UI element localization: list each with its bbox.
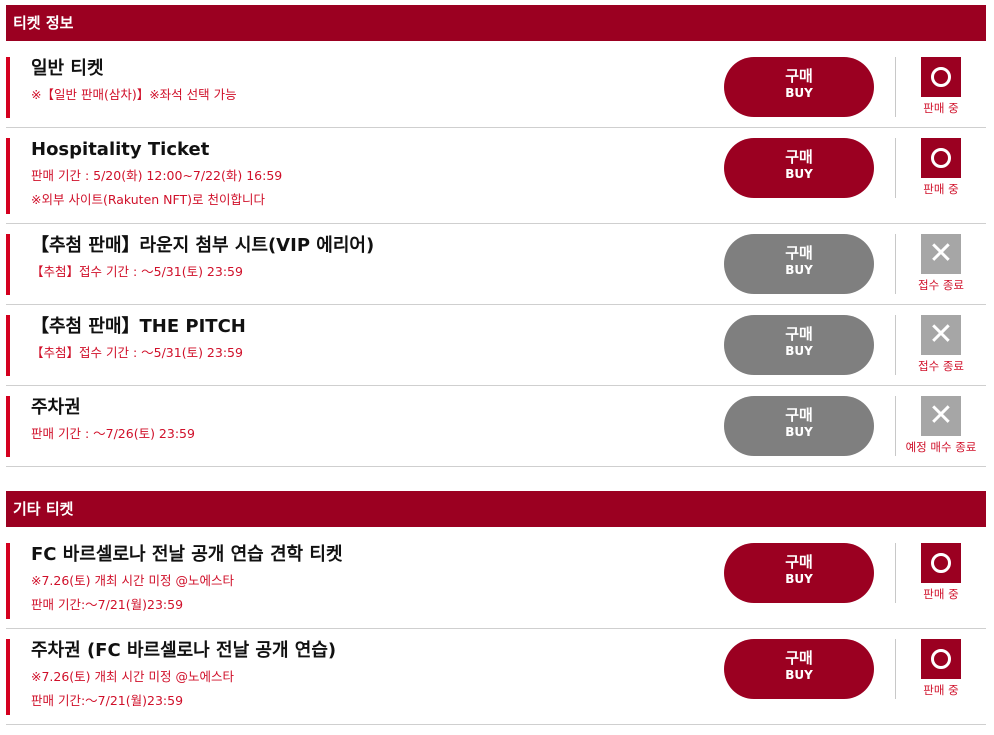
status-label: 접수 종료 [918, 359, 964, 373]
buy-button-disabled[interactable]: 구매 BUY [724, 234, 874, 294]
buy-button-disabled[interactable]: 구매 BUY [724, 396, 874, 456]
buy-button-disabled[interactable]: 구매 BUY [724, 315, 874, 375]
status-label: 판매 중 [923, 101, 959, 115]
ticket-note: ※7.26(토) 개최 시간 미정 @노에스타 [31, 573, 234, 588]
buy-label-ko: 구매 [785, 244, 813, 262]
ticket-title: FC 바르셀로나 전날 공개 연습 견학 티켓 [31, 544, 343, 565]
buy-label-ko: 구매 [785, 553, 813, 571]
status-indicator: 판매 중 [896, 543, 986, 602]
buy-label-en: BUY [785, 572, 813, 586]
row-accent-bar [6, 543, 10, 619]
on-sale-icon [921, 639, 961, 679]
status-indicator: 판매 중 [896, 138, 986, 197]
status-indicator: ✕ 접수 종료 [896, 315, 986, 374]
ticket-row: 일반 티켓 ※【일반 판매(삼차)】※좌석 선택 가능 구매 BUY 판매 중 [6, 47, 986, 128]
ticket-note: 【추첨】접수 기간 : ～5/31(토) 23:59 [31, 345, 243, 360]
status-label: 판매 중 [923, 683, 959, 697]
ticket-note: 판매 기간 : 5/20(화) 12:00~7/22(화) 16:59 [31, 168, 283, 183]
on-sale-icon [921, 57, 961, 97]
ticket-row: 【추첨 판매】THE PITCH 【추첨】접수 기간 : ～5/31(토) 23… [6, 305, 986, 386]
buy-button[interactable]: 구매 BUY [724, 639, 874, 699]
closed-icon: ✕ [921, 315, 961, 355]
on-sale-icon [921, 138, 961, 178]
ticket-row: 【추첨 판매】라운지 첨부 시트(VIP 에리어) 【추첨】접수 기간 : ～5… [6, 224, 986, 305]
closed-icon: ✕ [921, 396, 961, 436]
ticket-note: 판매 기간:～7/21(월)23:59 [31, 597, 184, 612]
status-label: 판매 중 [923, 182, 959, 196]
row-accent-bar [6, 315, 10, 376]
row-accent-bar [6, 57, 10, 118]
ticket-title: Hospitality Ticket [31, 139, 210, 160]
status-indicator: 판매 중 [896, 639, 986, 698]
status-label: 접수 종료 [918, 278, 964, 292]
status-indicator: ✕ 예정 매수 종료 [896, 396, 986, 455]
ticket-note: ※【일반 판매(삼차)】※좌석 선택 가능 [31, 87, 237, 102]
closed-icon: ✕ [921, 234, 961, 274]
buy-label-ko: 구매 [785, 406, 813, 424]
buy-label-ko: 구매 [785, 67, 813, 85]
buy-label-ko: 구매 [785, 325, 813, 343]
ticket-note: ※7.26(토) 개최 시간 미정 @노에스타 [31, 669, 234, 684]
ticket-row: Hospitality Ticket 판매 기간 : 5/20(화) 12:00… [6, 128, 986, 224]
section-header-other-tickets: 기타 티켓 [6, 491, 986, 527]
buy-label-en: BUY [785, 86, 813, 100]
buy-label-ko: 구매 [785, 649, 813, 667]
ticket-note: 판매 기간 : ～7/26(토) 23:59 [31, 426, 195, 441]
ticket-title: 주차권 (FC 바르셀로나 전날 공개 연습) [31, 640, 337, 661]
buy-label-en: BUY [785, 263, 813, 277]
row-accent-bar [6, 138, 10, 214]
ticket-title: 일반 티켓 [31, 58, 104, 79]
row-accent-bar [6, 396, 10, 457]
section-header-ticket-info: 티켓 정보 [6, 5, 986, 41]
buy-button[interactable]: 구매 BUY [724, 138, 874, 198]
on-sale-icon [921, 543, 961, 583]
buy-label-en: BUY [785, 167, 813, 181]
ticket-note: 【추첨】접수 기간 : ～5/31(토) 23:59 [31, 264, 243, 279]
buy-label-ko: 구매 [785, 148, 813, 166]
ticket-note: ※외부 사이트(Rakuten NFT)로 천이합니다 [31, 192, 265, 207]
buy-label-en: BUY [785, 344, 813, 358]
status-indicator: 판매 중 [896, 57, 986, 116]
ticket-title: 주차권 [31, 397, 81, 418]
ticket-title: 【추첨 판매】THE PITCH [31, 316, 246, 337]
ticket-title: 【추첨 판매】라운지 첨부 시트(VIP 에리어) [31, 235, 375, 256]
row-accent-bar [6, 639, 10, 715]
ticket-note: 판매 기간:～7/21(월)23:59 [31, 693, 184, 708]
buy-button[interactable]: 구매 BUY [724, 57, 874, 117]
ticket-row: 주차권 (FC 바르셀로나 전날 공개 연습) ※7.26(토) 개최 시간 미… [6, 629, 986, 725]
buy-label-en: BUY [785, 668, 813, 682]
buy-label-en: BUY [785, 425, 813, 439]
ticket-row: 주차권 판매 기간 : ～7/26(토) 23:59 구매 BUY ✕ 예정 매… [6, 386, 986, 467]
row-accent-bar [6, 234, 10, 295]
status-label: 판매 중 [923, 587, 959, 601]
status-label: 예정 매수 종료 [905, 440, 977, 454]
ticket-row: FC 바르셀로나 전날 공개 연습 견학 티켓 ※7.26(토) 개최 시간 미… [6, 533, 986, 629]
status-indicator: ✕ 접수 종료 [896, 234, 986, 293]
buy-button[interactable]: 구매 BUY [724, 543, 874, 603]
